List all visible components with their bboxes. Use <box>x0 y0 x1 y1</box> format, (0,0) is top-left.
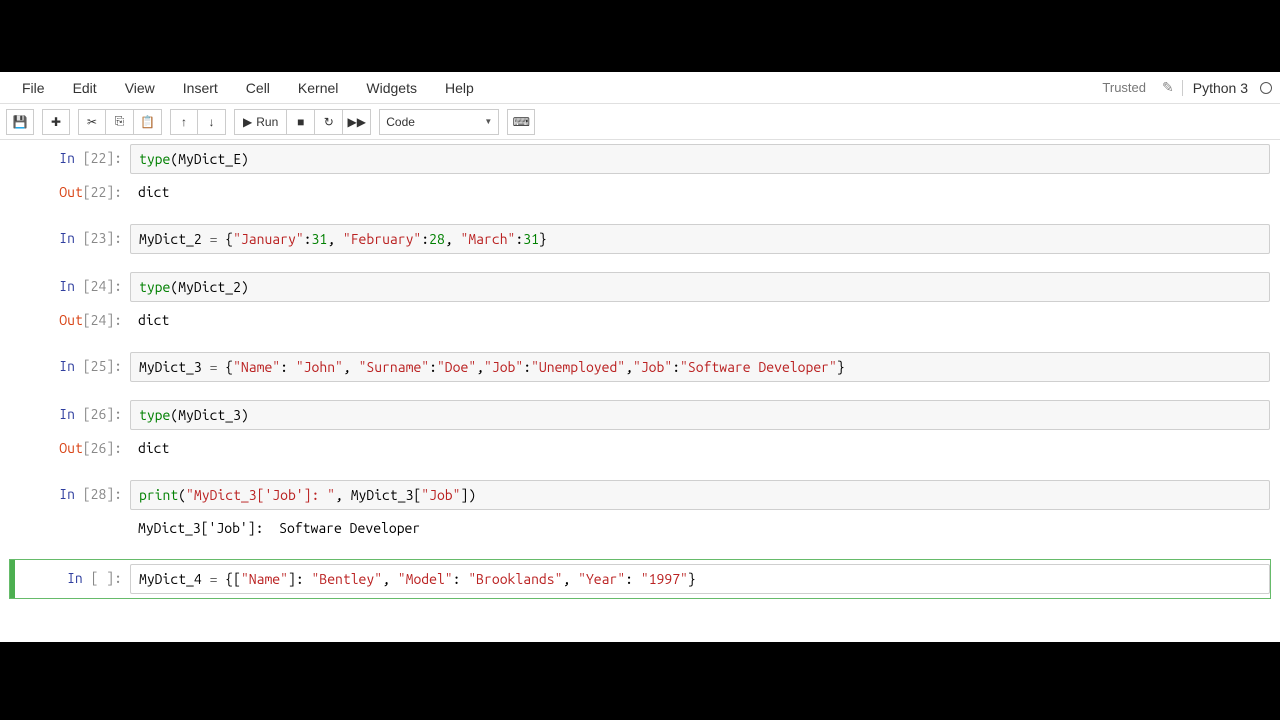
code-input[interactable]: MyDict_3 = {"Name": "John", "Surname":"D… <box>130 352 1270 382</box>
output-text: dict <box>130 178 1270 206</box>
code-cell[interactable]: In [24]: type(MyDict_2) <box>10 272 1270 302</box>
code-cell-selected[interactable]: In [ ]: MyDict_4 = {["Name"]: "Bentley",… <box>10 560 1270 598</box>
menu-widgets[interactable]: Widgets <box>352 76 431 100</box>
insert-cell-below-button[interactable]: ✚ <box>42 109 70 135</box>
menu-kernel[interactable]: Kernel <box>284 76 352 100</box>
menu-file[interactable]: File <box>8 76 59 100</box>
toolbar: 💾 ✚ ✂ ⎘ 📋 ↑ ↓ ▶ Run ■ ↻ ▶▶ Code ⌨ <box>0 104 1280 140</box>
menu-insert[interactable]: Insert <box>169 76 232 100</box>
stop-icon: ■ <box>297 115 304 129</box>
cut-button[interactable]: ✂ <box>78 109 106 135</box>
arrow-up-icon: ↑ <box>181 115 187 129</box>
menu-cell[interactable]: Cell <box>232 76 284 100</box>
out-prompt: Out[26]: <box>10 434 130 462</box>
output-text: dict <box>130 306 1270 334</box>
run-label: Run <box>256 115 278 129</box>
out-prompt: Out[22]: <box>10 178 130 206</box>
in-prompt: In [ ]: <box>10 564 130 594</box>
code-input[interactable]: MyDict_4 = {["Name"]: "Bentley", "Model"… <box>130 564 1270 594</box>
save-icon: 💾 <box>13 115 28 129</box>
restart-button[interactable]: ↻ <box>315 109 343 135</box>
paste-icon: 📋 <box>140 115 155 129</box>
in-prompt: In [25]: <box>10 352 130 382</box>
paste-button[interactable]: 📋 <box>134 109 162 135</box>
menu-left: File Edit View Insert Cell Kernel Widget… <box>8 76 488 100</box>
move-down-button[interactable]: ↓ <box>198 109 226 135</box>
out-prompt: Out[24]: <box>10 306 130 334</box>
notebook-area[interactable]: In [22]: type(MyDict_E) Out[22]: dict In… <box>0 140 1280 622</box>
fast-forward-icon: ▶▶ <box>348 115 366 129</box>
code-input[interactable]: type(MyDict_E) <box>130 144 1270 174</box>
save-button[interactable]: 💾 <box>6 109 34 135</box>
output-cell: Out[26]: dict <box>10 434 1270 462</box>
menu-view[interactable]: View <box>111 76 169 100</box>
trusted-indicator[interactable]: Trusted <box>1094 78 1154 97</box>
out-prompt <box>10 514 130 542</box>
menu-right: Trusted ✎ Python 3 <box>1094 78 1272 97</box>
in-prompt: In [28]: <box>10 480 130 510</box>
letterbox-bottom <box>0 642 1280 720</box>
play-icon: ▶ <box>243 115 252 129</box>
in-prompt: In [24]: <box>10 272 130 302</box>
code-input[interactable]: print("MyDict_3['Job']: ", MyDict_3["Job… <box>130 480 1270 510</box>
copy-button[interactable]: ⎘ <box>106 109 134 135</box>
code-cell[interactable]: In [28]: print("MyDict_3['Job']: ", MyDi… <box>10 480 1270 510</box>
plus-icon: ✚ <box>51 115 61 129</box>
kernel-name[interactable]: Python 3 <box>1182 80 1248 96</box>
in-prompt: In [23]: <box>10 224 130 254</box>
jupyter-notebook: File Edit View Insert Cell Kernel Widget… <box>0 72 1280 642</box>
code-cell[interactable]: In [22]: type(MyDict_E) <box>10 144 1270 174</box>
in-prompt: In [26]: <box>10 400 130 430</box>
in-prompt: In [22]: <box>10 144 130 174</box>
celltype-label: Code <box>386 115 415 129</box>
move-up-button[interactable]: ↑ <box>170 109 198 135</box>
output-cell: MyDict_3['Job']: Software Developer <box>10 514 1270 542</box>
code-cell[interactable]: In [23]: MyDict_2 = {"January":31, "Febr… <box>10 224 1270 254</box>
pencil-icon[interactable]: ✎ <box>1162 79 1174 96</box>
kernel-status-icon <box>1260 82 1272 94</box>
letterbox-top <box>0 0 1280 72</box>
output-cell: Out[24]: dict <box>10 306 1270 334</box>
copy-icon: ⎘ <box>115 114 125 129</box>
code-cell[interactable]: In [26]: type(MyDict_3) <box>10 400 1270 430</box>
arrow-down-icon: ↓ <box>209 115 215 129</box>
code-cell[interactable]: In [25]: MyDict_3 = {"Name": "John", "Su… <box>10 352 1270 382</box>
output-text: dict <box>130 434 1270 462</box>
celltype-select[interactable]: Code <box>379 109 499 135</box>
code-input[interactable]: type(MyDict_2) <box>130 272 1270 302</box>
code-input[interactable]: MyDict_2 = {"January":31, "February":28,… <box>130 224 1270 254</box>
interrupt-button[interactable]: ■ <box>287 109 315 135</box>
output-cell: Out[22]: dict <box>10 178 1270 206</box>
restart-run-all-button[interactable]: ▶▶ <box>343 109 371 135</box>
restart-icon: ↻ <box>324 115 334 129</box>
menubar: File Edit View Insert Cell Kernel Widget… <box>0 72 1280 104</box>
menu-help[interactable]: Help <box>431 76 488 100</box>
output-text: MyDict_3['Job']: Software Developer <box>130 514 1270 542</box>
command-palette-button[interactable]: ⌨ <box>507 109 535 135</box>
menu-edit[interactable]: Edit <box>59 76 111 100</box>
keyboard-icon: ⌨ <box>513 115 530 129</box>
code-input[interactable]: type(MyDict_3) <box>130 400 1270 430</box>
cut-icon: ✂ <box>87 115 97 129</box>
run-button[interactable]: ▶ Run <box>234 109 287 135</box>
